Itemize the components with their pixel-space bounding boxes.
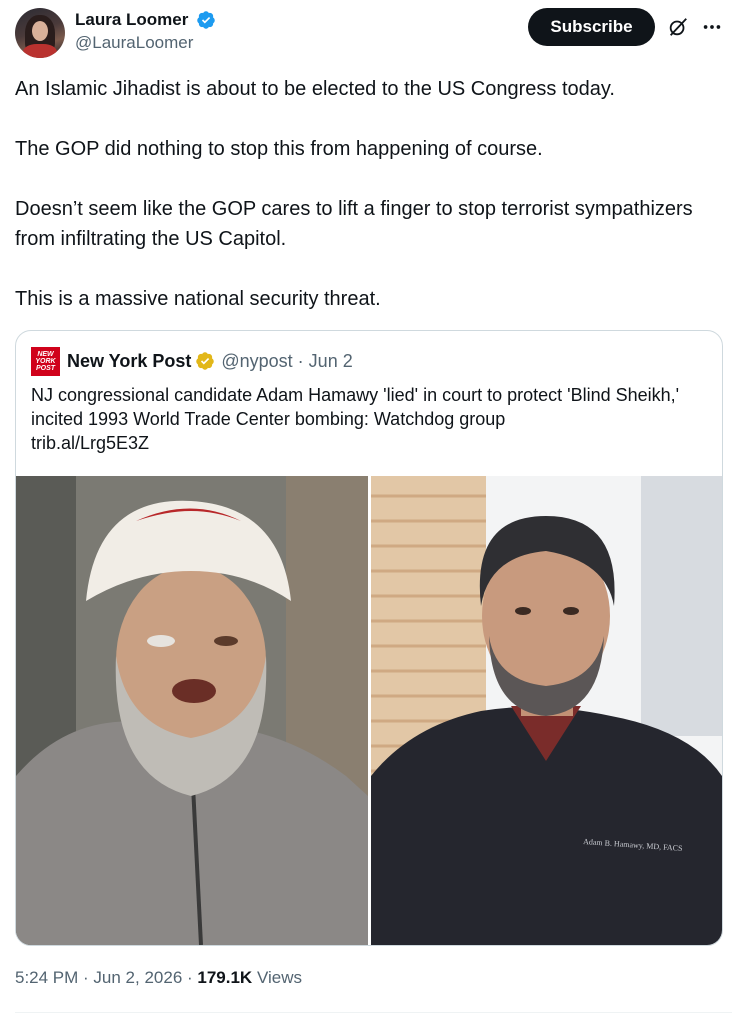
tweet-timestamp[interactable]: 5:24 PM · Jun 2, 2026 · [15,968,197,987]
tweet-footer: 5:24 PM · Jun 2, 2026 · 179.1K Views [15,968,302,988]
quoted-handle-date[interactable]: @nypost · Jun 2 [221,351,352,372]
photo-left[interactable] [16,476,368,945]
more-horizontal-icon[interactable] [701,16,723,38]
tweet-text: An Islamic Jihadist is about to be elect… [15,74,725,344]
views-label: Views [252,968,302,987]
gold-verified-badge-icon [196,352,215,370]
nypost-logo: NEW YORK POST [31,346,60,376]
tweet-paragraph: An Islamic Jihadist is about to be elect… [15,78,615,100]
tweet-header: Laura Loomer @LauraLoomer Subscribe [15,8,732,58]
photo-right-illustration: Adam B. Hamawy, MD, FACS [371,476,722,945]
tweet-paragraph: Doesn’t seem like the GOP cares to lift … [15,198,693,250]
quoted-tweet-text: NJ congressional candidate Adam Hamawy '… [31,383,711,455]
quoted-link[interactable]: trib.al/Lrg5E3Z [31,431,711,455]
blue-verified-badge-icon [197,11,215,29]
tweet-paragraph: The GOP did nothing to stop this from ha… [15,138,543,160]
author-display-name[interactable]: Laura Loomer [75,9,188,31]
quoted-headline: NJ congressional candidate Adam Hamawy '… [31,385,680,429]
quoted-media[interactable]: Adam B. Hamawy, MD, FACS [16,476,722,945]
photo-right[interactable]: Adam B. Hamawy, MD, FACS [371,476,722,945]
avatar[interactable] [15,8,65,58]
tweet-paragraph: This is a massive national security thre… [15,288,381,310]
quoted-author-name[interactable]: New York Post [67,351,191,372]
photo-left-illustration [16,476,368,945]
views-count: 179.1K [197,968,253,987]
footer-divider [15,1012,732,1013]
author-block: Laura Loomer @LauraLoomer [75,9,216,55]
grok-icon[interactable] [667,16,689,38]
quoted-tweet-header: NEW YORK POST New York Post @nypost · Ju… [31,346,353,376]
avatar-face [32,21,48,41]
author-handle[interactable]: @LauraLoomer [75,31,216,55]
subscribe-button[interactable]: Subscribe [528,8,655,46]
avatar-shirt [23,44,57,58]
quoted-tweet-card[interactable]: NEW YORK POST New York Post @nypost · Ju… [15,330,723,946]
